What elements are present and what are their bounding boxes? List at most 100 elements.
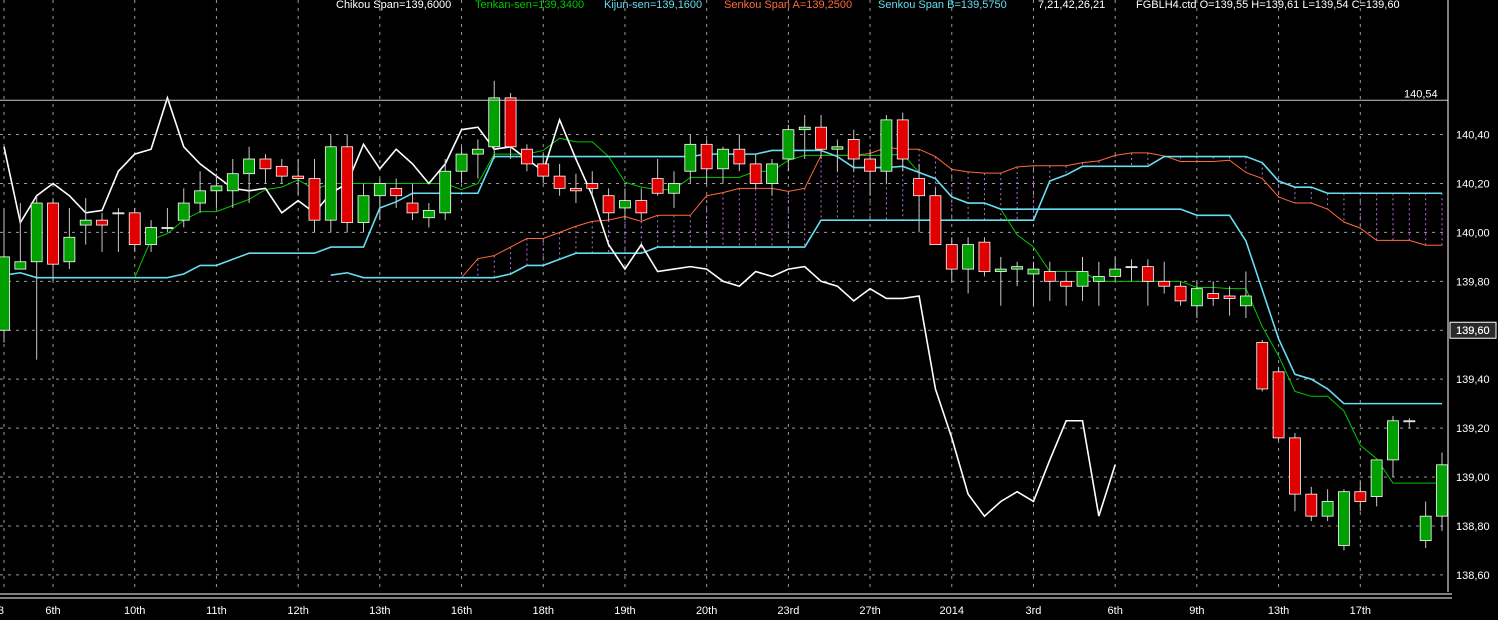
header-kijun: Kijun-sen=139,1600 [604, 0, 702, 11]
x-tick-label: 3 [0, 605, 4, 617]
candle-body [488, 97, 501, 148]
candle-body [570, 187, 582, 192]
candle-body [1158, 280, 1171, 287]
x-tick-label: 12th [287, 605, 308, 617]
candle-body [978, 241, 991, 272]
candle-body [847, 139, 860, 160]
x-tick-label: 3rd [1026, 605, 1042, 617]
header-chikou: Chikou Span=139,6000 [336, 0, 451, 11]
candle-body [406, 202, 419, 214]
candle-body [1240, 295, 1252, 307]
candle-body [1354, 491, 1367, 502]
candle-body [1256, 342, 1269, 390]
candle-body [684, 143, 697, 172]
candle-body [145, 227, 157, 246]
candle-body [63, 236, 76, 263]
ichimoku-chart[interactable]: 140,54 139,60 140,40 140,20 140,00 139,80 13… [0, 0, 1498, 620]
candle-body [1207, 293, 1220, 299]
candle-body [521, 148, 533, 165]
x-tick-label: 10th [124, 605, 145, 617]
candle-body [128, 212, 141, 246]
candle-body [292, 175, 305, 179]
candle-body [341, 146, 354, 224]
candle-body [635, 200, 648, 214]
y-tick-label: 139,20 [1456, 423, 1490, 435]
candle-body [373, 183, 386, 197]
indicator-header: Chikou Span=139,6000 Tenkan-sen=139,3400… [336, 0, 1400, 11]
x-tick-label: 19th [614, 605, 635, 617]
candle-body [390, 187, 403, 197]
candle-body [1027, 268, 1040, 275]
candle-body [553, 175, 566, 189]
candle-body [47, 202, 59, 265]
x-tick-label: 6th [45, 605, 60, 617]
candle-body [962, 244, 975, 270]
x-tick-label: 20th [696, 605, 717, 617]
candle-body [766, 163, 778, 184]
candle-body [308, 178, 321, 221]
candle-body [30, 202, 43, 263]
candle-body [1092, 276, 1105, 282]
candle-body [210, 185, 223, 192]
candle-body [913, 178, 925, 197]
candle-body [0, 256, 10, 331]
candle-body [586, 183, 599, 189]
candle-body [1174, 285, 1187, 302]
candle-body [815, 126, 827, 150]
candle-body [994, 268, 1007, 272]
candle-body [14, 261, 27, 270]
axes: 140,54 139,60 140,40 140,20 140,00 139,80 13… [0, 0, 1497, 617]
header-senkou-b: Senkou Span B=139,5750 [878, 0, 1007, 11]
candle-body [471, 148, 484, 155]
candle-body [1060, 280, 1073, 287]
y-tick-label: 139,60 [1456, 325, 1490, 337]
candle-body [929, 195, 942, 246]
x-tick-label: 27th [859, 605, 880, 617]
x-tick-label: 11th [206, 605, 227, 617]
y-tick-label: 139,80 [1456, 276, 1490, 288]
candle-body [177, 202, 190, 221]
candle-body [1419, 515, 1432, 542]
candle-body [717, 148, 729, 170]
candle-body [945, 244, 958, 270]
candle-body [602, 195, 615, 214]
y-tick-label: 140,00 [1456, 227, 1490, 239]
candle-body [1338, 491, 1350, 546]
candle-body [1223, 295, 1236, 299]
y-tick-label: 139,40 [1456, 374, 1490, 386]
y-tick-label: 140,20 [1456, 178, 1490, 190]
candle-body [324, 146, 337, 221]
candle-body [668, 183, 680, 194]
candle-body [1370, 459, 1383, 497]
candle-body [1141, 266, 1154, 282]
candle-body [733, 148, 746, 165]
candle-body [1387, 420, 1399, 461]
y-tick-label: 138,80 [1456, 521, 1490, 533]
candle-body [1076, 271, 1089, 287]
candle-body [1190, 288, 1203, 307]
candle-body [1272, 371, 1285, 439]
chikou-span-line [3, 95, 1116, 518]
candle-body [422, 209, 435, 219]
candle-body [79, 219, 92, 226]
candle-body [700, 143, 713, 170]
candle-body [161, 227, 174, 229]
candle-body [749, 163, 762, 184]
candle-body [651, 178, 664, 194]
candle-body [1289, 437, 1301, 495]
candle-body [275, 165, 288, 177]
candle-body [798, 126, 811, 131]
candle-body [1403, 420, 1416, 423]
candles [0, 80, 1448, 551]
candle-body [831, 146, 844, 150]
x-tick-label: 13th [1268, 605, 1289, 617]
candle-body [1125, 266, 1138, 269]
candle-body [896, 119, 909, 160]
candle-body [194, 190, 206, 204]
candle-body [226, 173, 239, 192]
header-senkou-a: Senkou Span A=139,2500 [724, 0, 852, 11]
x-tick-label: 18th [533, 605, 554, 617]
candle-body [619, 200, 631, 209]
candle-body [782, 129, 795, 160]
x-tick-label: 9th [1189, 605, 1204, 617]
